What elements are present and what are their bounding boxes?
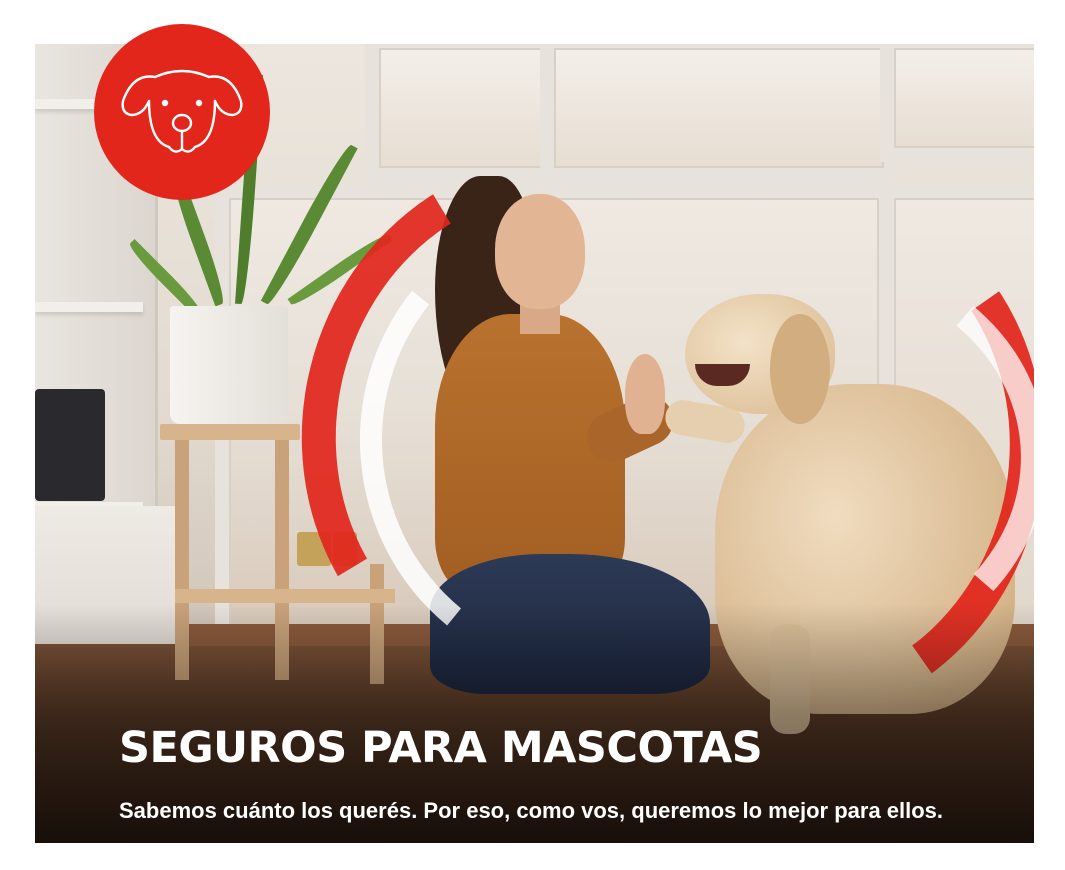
pet-badge	[94, 24, 270, 200]
window	[880, 44, 1034, 162]
dog-face-icon	[121, 69, 243, 153]
plant-pot	[170, 306, 288, 424]
banner-title: SEGUROS PARA MASCOTAS	[119, 723, 763, 773]
shelf	[35, 302, 143, 312]
stool-seat	[160, 424, 300, 440]
basket	[35, 389, 105, 501]
banner-subtitle: Sabemos cuánto los querés. Por eso, como…	[119, 798, 944, 823]
